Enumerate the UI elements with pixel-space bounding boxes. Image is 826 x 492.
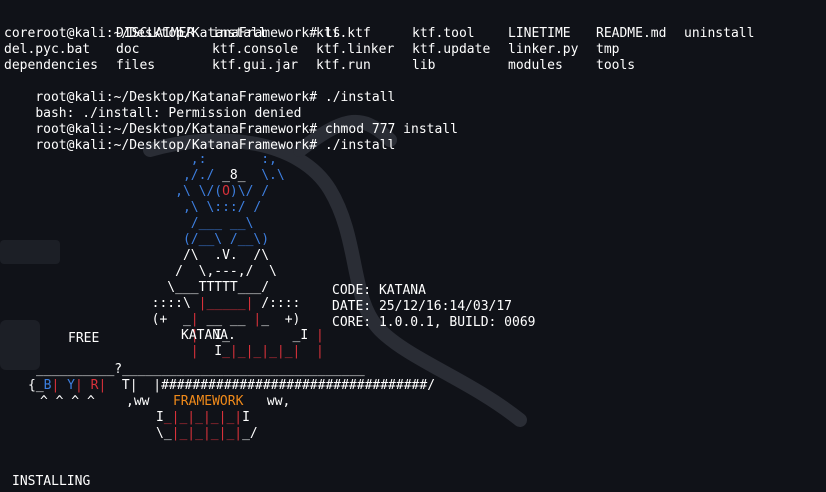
- ls-entry: ktf.run: [316, 58, 371, 73]
- ls-entry: linker.py: [508, 42, 579, 57]
- framework-line: ,ww FRAMEWORK ww,: [126, 394, 291, 409]
- ls-entry: ktf.tool: [412, 26, 475, 41]
- terminal-line-install: root@kali:~/Desktop/KatanaFramework# ./i…: [4, 74, 395, 105]
- katana-label: KATANA.: [181, 328, 236, 343]
- sword-blade: {_B| Y| R| T| |#########################…: [28, 378, 436, 393]
- ls-output-row: dependencies files ktf.gui.jar ktf.run l…: [4, 58, 635, 74]
- ls-entry: install: [212, 26, 267, 41]
- framework-label: FRAMEWORK: [172, 394, 244, 409]
- sword-top: __________?_____________________________…: [36, 362, 365, 377]
- terminal-line-install-2: root@kali:~/Desktop/KatanaFramework# ./i…: [4, 122, 395, 153]
- banner-core: CORE: 1.0.0.1, BUILD: 0069: [332, 315, 536, 330]
- ls-entry: tools: [596, 58, 636, 73]
- ls-entry: tmp: [596, 42, 620, 57]
- ls-entry: DISCLAIMER: [116, 26, 195, 41]
- ls-entry: doc: [116, 42, 140, 57]
- ls-entry: README.md: [596, 26, 667, 41]
- ls-entry: ktf.console: [212, 42, 299, 57]
- free-label: FREE: [68, 331, 100, 346]
- sword-tip: ^ ^ ^ ^: [40, 394, 95, 409]
- banner-date: DATE: 25/12/16:14/03/17: [332, 299, 513, 314]
- terminal-window[interactable]: root@kali:~/Desktop/KatanaFramework# ls …: [0, 0, 826, 492]
- ls-entry: core: [4, 26, 36, 41]
- ls-entry: ktf.gui.jar: [212, 58, 299, 73]
- byr-y: Y: [67, 378, 75, 393]
- ls-entry: lib: [412, 58, 436, 73]
- ls-entry: dependencies: [4, 58, 98, 73]
- handle-art: I_|_|_|_|_|I \_|_|_|_|_|_/: [156, 410, 258, 441]
- ls-entry: del.pyc.bat: [4, 42, 91, 57]
- ls-output-row: del.pyc.bat doc ktf.console ktf.linker k…: [4, 42, 619, 58]
- command: ./install: [317, 138, 396, 153]
- ls-entry: ktf.update: [412, 42, 491, 57]
- ls-entry: ktf.ktf: [316, 26, 371, 41]
- ls-entry: ktf.linker: [316, 42, 395, 57]
- status-text: INSTALLING: [12, 474, 91, 489]
- terminal-line-chmod: root@kali:~/Desktop/KatanaFramework# chm…: [4, 106, 458, 137]
- terminal-line-error: bash: ./install: Permission denied: [4, 90, 301, 121]
- ls-entry: LINETIME: [508, 26, 571, 41]
- banner-code: CODE: KATANA: [332, 283, 426, 298]
- command: ./install: [317, 90, 396, 105]
- terminal-line-ls: root@kali:~/Desktop/KatanaFramework# ls: [4, 10, 340, 41]
- ls-output-row: core DISCLAIMER install ktf.ktf ktf.tool…: [4, 26, 754, 42]
- prompt: root@kali:~/Desktop/KatanaFramework#: [35, 138, 318, 153]
- progress-bar: ##################################: [161, 378, 428, 393]
- ls-entry: uninstall: [684, 26, 755, 41]
- ls-entry: files: [116, 58, 156, 73]
- ls-entry: modules: [508, 58, 563, 73]
